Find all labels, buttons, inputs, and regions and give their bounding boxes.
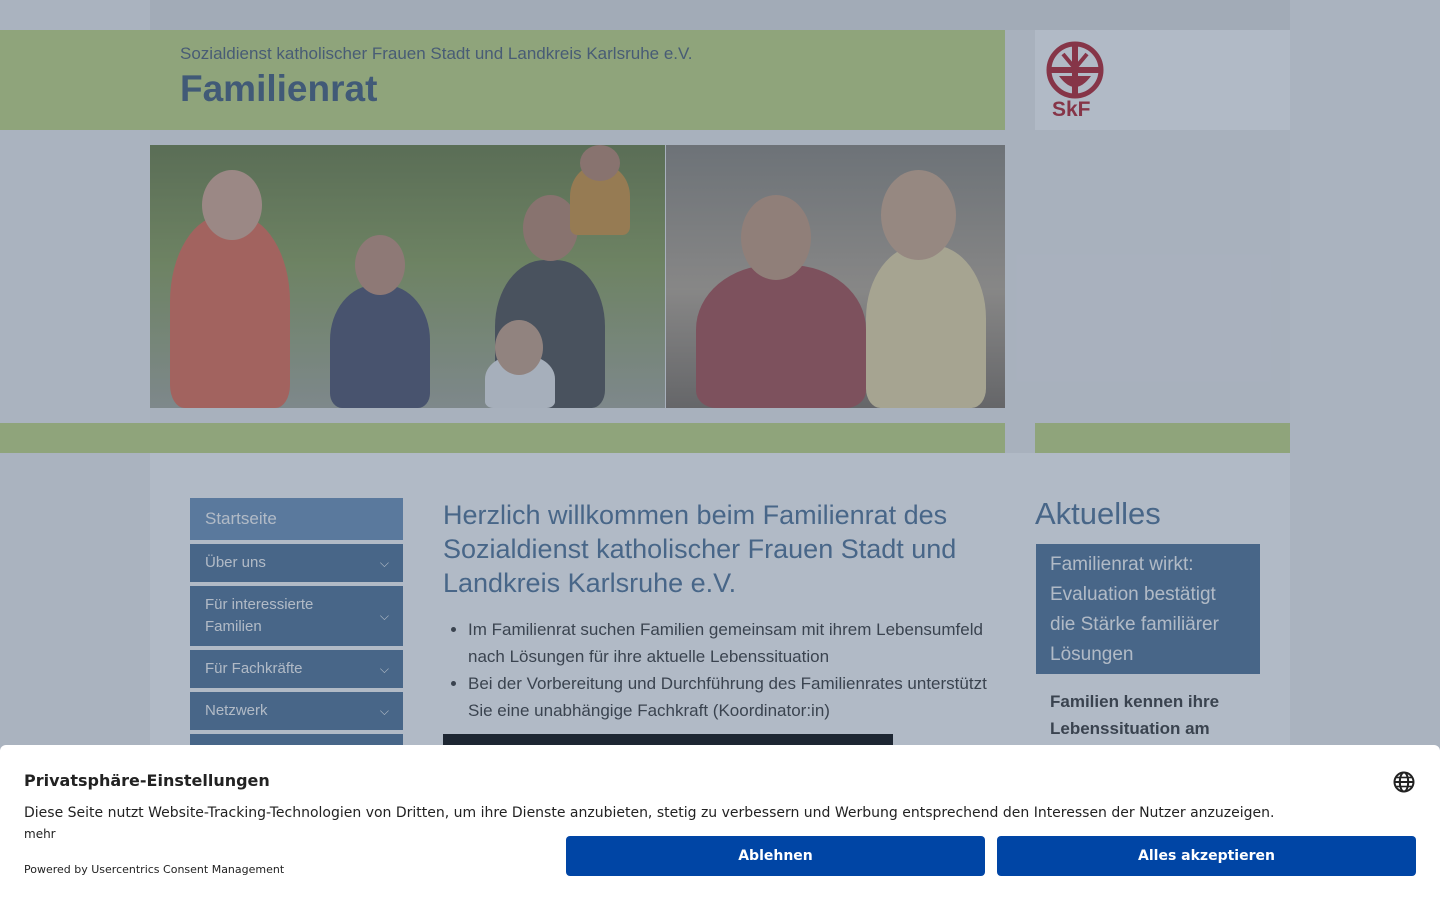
consent-title: Privatsphäre-Einstellungen <box>24 771 270 790</box>
consent-powered-by: Powered by Usercentrics Consent Manageme… <box>24 863 285 876</box>
globe-icon[interactable] <box>1392 770 1416 794</box>
deny-button[interactable]: Ablehnen <box>566 836 985 876</box>
accept-all-button[interactable]: Alles akzeptieren <box>997 836 1416 876</box>
consent-more-link[interactable]: mehr <box>24 827 56 841</box>
consent-description: Diese Seite nutzt Website-Tracking-Techn… <box>24 805 1275 821</box>
consent-banner: Privatsphäre-Einstellungen Diese Seite n… <box>0 745 1440 900</box>
